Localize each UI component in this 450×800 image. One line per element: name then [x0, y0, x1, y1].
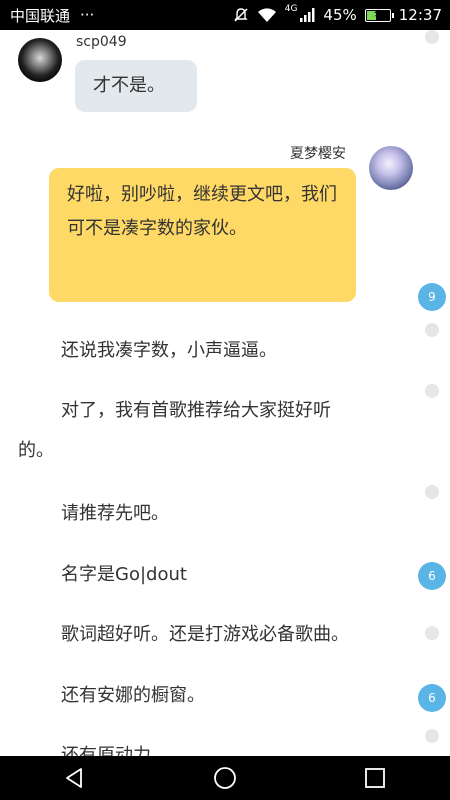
comment-dot[interactable] — [425, 384, 439, 398]
clock: 12:37 — [398, 6, 442, 24]
comment-dot[interactable] — [425, 30, 439, 44]
mute-icon — [233, 7, 249, 23]
sender-name-left: scp049 — [76, 34, 127, 50]
comment-dot[interactable] — [425, 323, 439, 337]
back-icon[interactable] — [55, 758, 95, 798]
story-paragraph: 名字是Go|dout — [61, 564, 187, 585]
message-bubble-left: 才不是。 — [75, 60, 197, 112]
story-paragraph: 还有安娜的橱窗。 — [61, 685, 205, 706]
comment-dot[interactable] — [425, 626, 439, 640]
chat-story-content[interactable]: scp049 才不是。 夏梦樱安 好啦，别吵啦，继续更文吧，我们可不是凑字数的家… — [0, 30, 450, 756]
message-text-right: 好啦，别吵啦，继续更文吧，我们可不是凑字数的家伙。 — [67, 184, 337, 239]
story-paragraph: 对了，我有首歌推荐给大家挺好听 — [61, 400, 331, 421]
story-paragraph: 还有原动力 — [61, 745, 151, 756]
carrier-label: 中国联通 — [10, 6, 71, 25]
message-text-left: 才不是。 — [93, 75, 165, 96]
battery-icon: ⚡ — [364, 7, 394, 22]
story-paragraph-continued: 的。 — [18, 440, 54, 461]
home-icon[interactable] — [205, 758, 245, 798]
battery-percent: 45% — [323, 6, 357, 24]
story-paragraph: 歌词超好听。还是打游戏必备歌曲。 — [61, 624, 349, 645]
more-notifications: ··· — [80, 6, 95, 24]
status-bar: 中国联通 ··· 4G 45% ⚡ 12:37 — [0, 0, 450, 30]
avatar-scp049[interactable] — [18, 38, 62, 82]
message-bubble-right: 好啦，别吵啦，继续更文吧，我们可不是凑字数的家伙。 — [49, 168, 356, 302]
comment-count-badge[interactable]: 9 — [418, 283, 446, 311]
story-paragraph: 还说我凑字数，小声逼逼。 — [61, 340, 277, 361]
navigation-bar — [0, 756, 450, 800]
wifi-icon — [257, 7, 277, 23]
signal-icon — [299, 7, 315, 23]
story-paragraph: 请推荐先吧。 — [61, 503, 169, 524]
avatar-xiamengyingan[interactable] — [369, 146, 413, 190]
comment-dot[interactable] — [425, 485, 439, 499]
comment-dot[interactable] — [425, 729, 439, 743]
recents-icon[interactable] — [355, 758, 395, 798]
comment-count-badge[interactable]: 6 — [418, 684, 446, 712]
sender-name-right: 夏梦樱安 — [290, 146, 346, 162]
comment-count-badge[interactable]: 6 — [418, 562, 446, 590]
network-type: 4G — [284, 4, 298, 14]
